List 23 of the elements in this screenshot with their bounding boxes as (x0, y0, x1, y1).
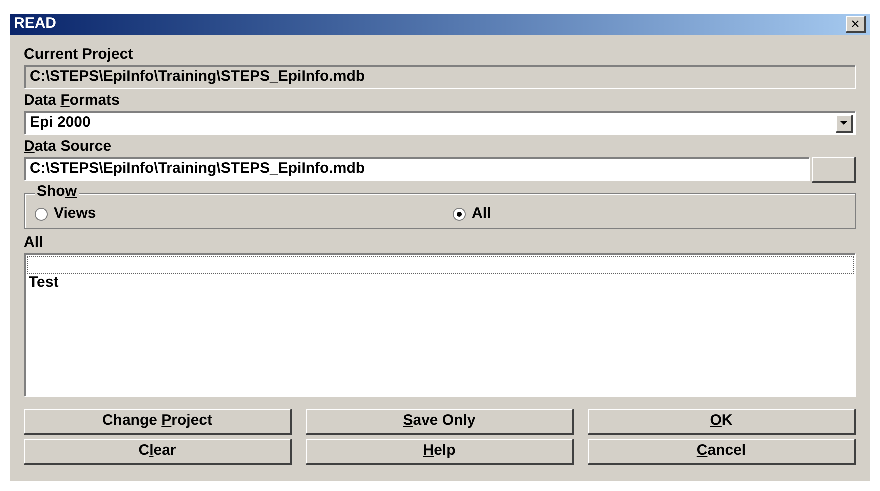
browse-button[interactable] (812, 157, 856, 183)
dialog-button[interactable]: Save Only (306, 409, 574, 435)
window-title: READ (14, 14, 57, 34)
data-source-field[interactable]: C:\STEPS\EpiInfo\Training\STEPS_EpiInfo.mdb (24, 157, 810, 181)
field-label: Data Source (24, 137, 113, 157)
radio-button[interactable] (453, 208, 466, 220)
list-label: All (24, 233, 44, 253)
list-item[interactable]: Test (27, 274, 854, 292)
dialog-button[interactable]: Help (306, 439, 574, 465)
radio-option[interactable]: All (453, 202, 492, 226)
dialog-button[interactable]: Cancel (588, 439, 856, 465)
group-label: Show (35, 184, 80, 200)
views-list[interactable]: Test (24, 253, 856, 397)
field-label: Data Formats (24, 91, 121, 111)
close-button[interactable]: × (846, 16, 866, 33)
dialog-button[interactable]: OK (588, 409, 856, 435)
data-formats-dropdown[interactable]: Epi 2000 (24, 111, 856, 135)
radio-button[interactable] (35, 208, 48, 220)
radio-option[interactable]: Views (35, 202, 453, 226)
field-label: Current Project (24, 45, 134, 65)
current-project-field: C:\STEPS\EpiInfo\Training\STEPS_EpiInfo.mdb (24, 65, 856, 89)
dialog-button[interactable]: Clear (24, 439, 292, 465)
dialog-button[interactable]: Change Project (24, 409, 292, 435)
